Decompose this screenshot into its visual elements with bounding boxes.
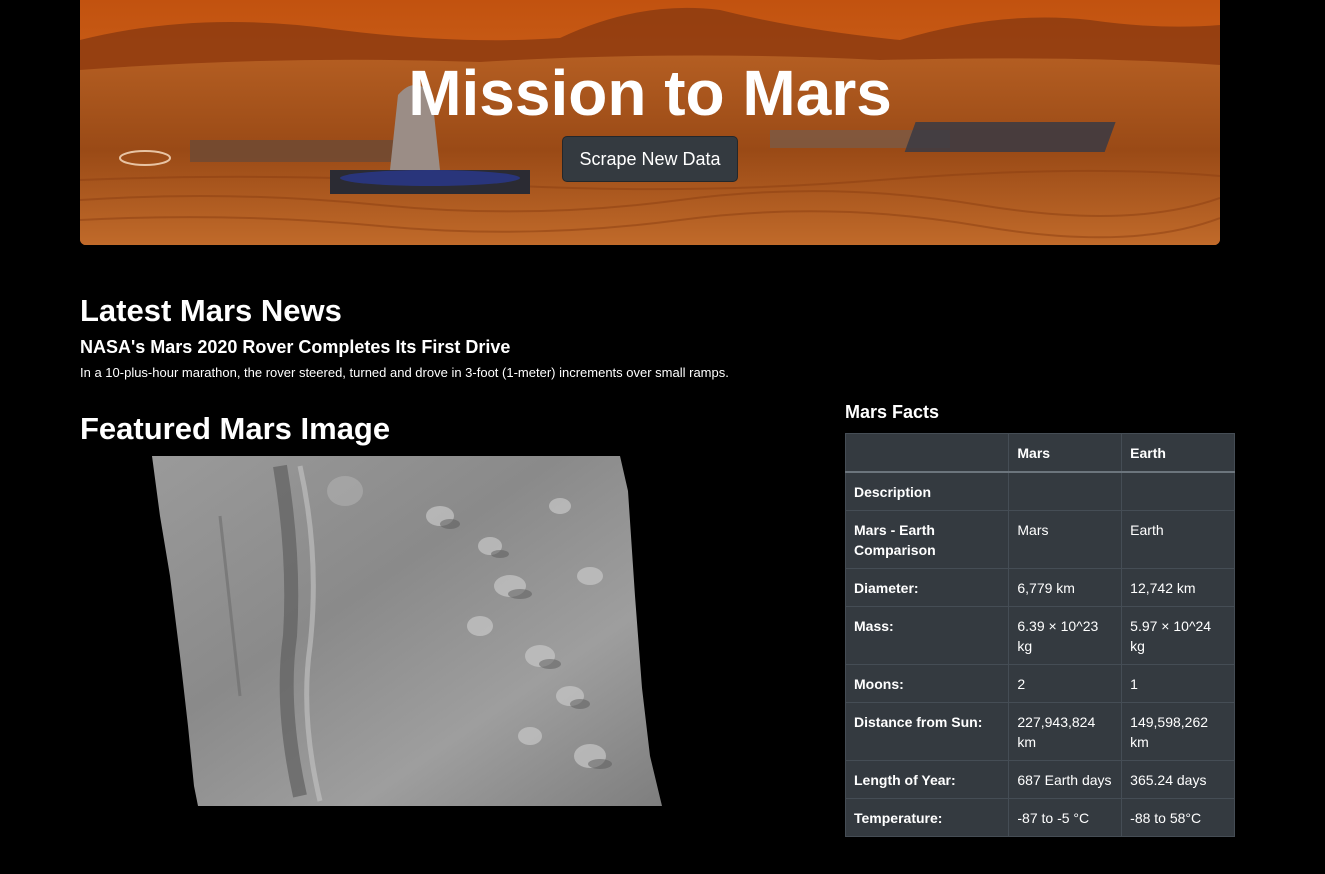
table-row: Length of Year: 687 Earth days 365.24 da… xyxy=(844,760,1235,799)
mars-value: 6,779 km xyxy=(1008,568,1123,607)
row-label: Distance from Sun: xyxy=(844,702,1010,761)
mars-value: 687 Earth days xyxy=(1008,760,1123,799)
news-teaser: In a 10-plus-hour marathon, the rover st… xyxy=(80,365,729,380)
earth-value xyxy=(1121,471,1235,511)
row-label: Length of Year: xyxy=(844,760,1010,799)
mars-value xyxy=(1008,471,1123,511)
hero-banner: Mission to Mars Scrape New Data xyxy=(80,0,1220,245)
column-header: Mars xyxy=(1008,433,1123,473)
row-label: Temperature: xyxy=(844,798,1010,837)
mars-value: 6.39 × 10^23 kg xyxy=(1008,606,1123,665)
row-label: Mass: xyxy=(844,606,1010,665)
news-title: NASA's Mars 2020 Rover Completes Its Fir… xyxy=(80,337,511,357)
mars-facts-table: Mars Earth Description Mars - Earth Comp… xyxy=(844,433,1235,837)
mars-value: 2 xyxy=(1008,664,1123,703)
earth-value: Earth xyxy=(1121,510,1235,569)
scrape-new-data-button[interactable]: Scrape New Data xyxy=(562,136,738,182)
row-label: Mars - Earth Comparison xyxy=(844,510,1010,569)
earth-value: 1 xyxy=(1121,664,1235,703)
table-row: Description xyxy=(844,471,1235,511)
featured-mars-image xyxy=(152,456,662,806)
table-row: Diameter: 6,779 km 12,742 km xyxy=(844,568,1235,607)
table-header-row: Mars Earth xyxy=(844,433,1235,473)
latest-news-heading: Latest Mars News xyxy=(80,293,342,328)
mars-value: Mars xyxy=(1008,510,1123,569)
table-row: Distance from Sun: 227,943,824 km 149,59… xyxy=(844,702,1235,761)
table-row: Moons: 2 1 xyxy=(844,664,1235,703)
mars-value: 227,943,824 km xyxy=(1008,702,1123,761)
earth-value: 365.24 days xyxy=(1121,760,1235,799)
table-row: Mars - Earth Comparison Mars Earth xyxy=(844,510,1235,569)
table-row: Mass: 6.39 × 10^23 kg 5.97 × 10^24 kg xyxy=(844,606,1235,665)
featured-image-heading: Featured Mars Image xyxy=(80,411,391,446)
earth-value: 12,742 km xyxy=(1121,568,1235,607)
row-label: Diameter: xyxy=(844,568,1010,607)
row-label: Description xyxy=(844,471,1010,511)
earth-value: -88 to 58°C xyxy=(1121,798,1235,837)
page-title: Mission to Mars xyxy=(408,57,892,129)
row-label: Moons: xyxy=(844,664,1010,703)
column-header: Earth xyxy=(1121,433,1235,473)
earth-value: 149,598,262 km xyxy=(1121,702,1235,761)
earth-value: 5.97 × 10^24 kg xyxy=(1121,606,1235,665)
mars-value: -87 to -5 °C xyxy=(1008,798,1123,837)
column-header xyxy=(844,433,1010,473)
mars-facts-heading: Mars Facts xyxy=(845,402,940,422)
table-row: Temperature: -87 to -5 °C -88 to 58°C xyxy=(844,798,1235,837)
